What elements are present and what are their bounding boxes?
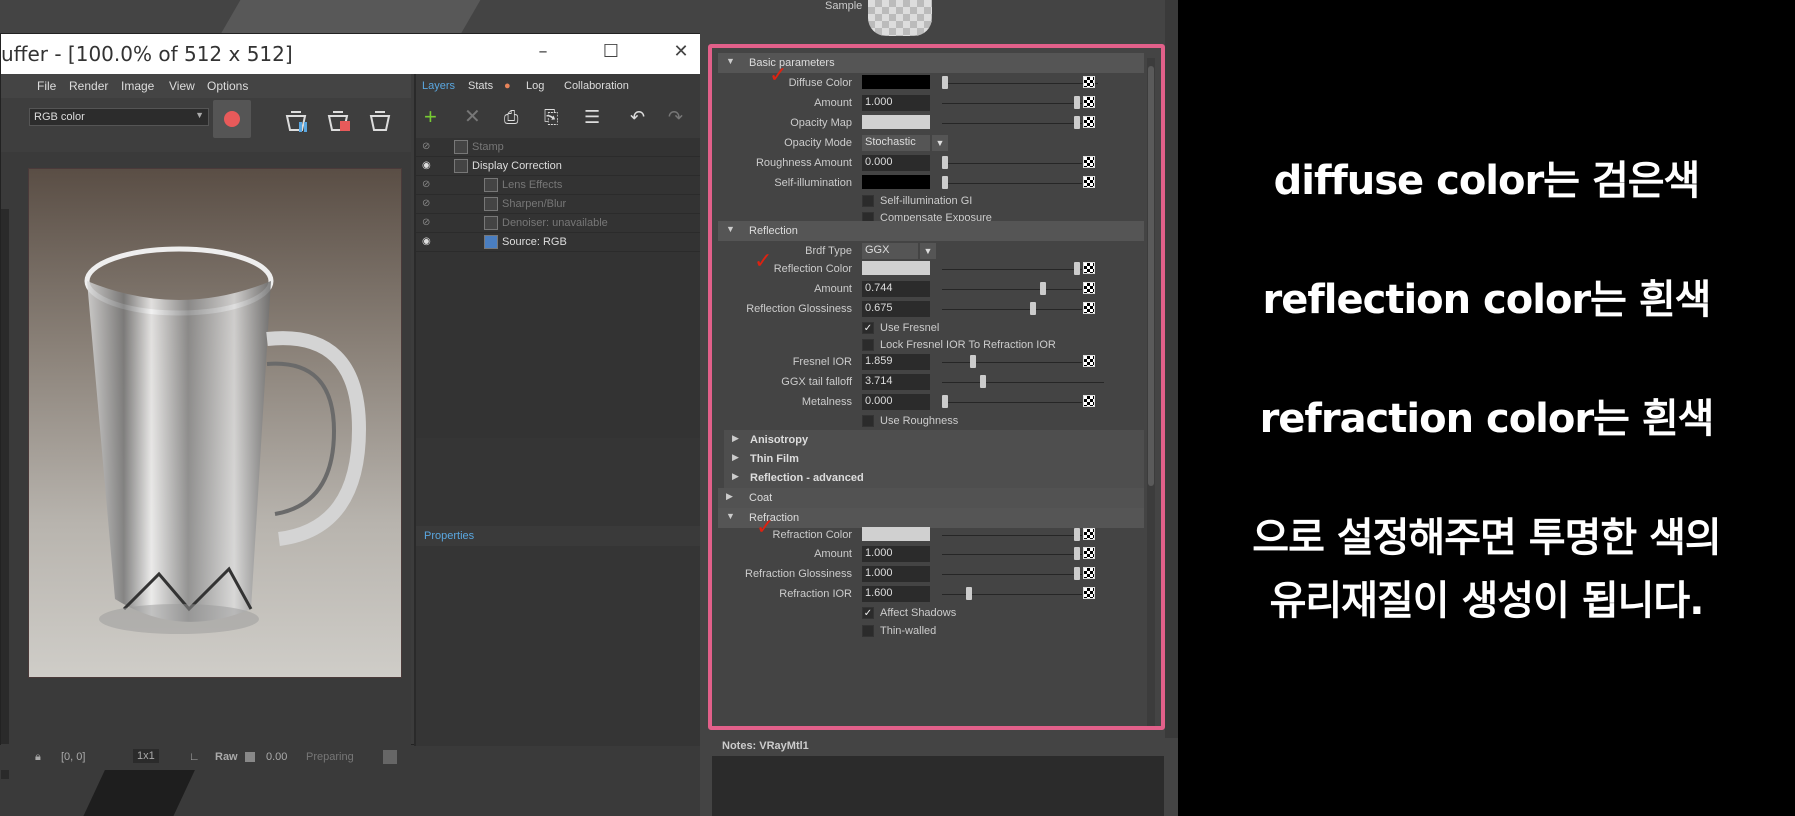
redo-icon[interactable]: ↷ (668, 106, 683, 128)
save-layers-icon[interactable]: ⎙ (504, 106, 518, 128)
maximize-button[interactable]: ☐ (599, 40, 623, 64)
panel-toggle-icon[interactable] (383, 750, 397, 764)
layer-label: Source: RGB (502, 236, 567, 248)
layer-toolbar: + ✕ ⎙ ⎘ ☰ ↶ ↷ (416, 98, 708, 138)
properties-panel (416, 546, 708, 746)
annotation-line: reflection color는 흰색 (1262, 277, 1712, 323)
ratio-select[interactable]: 1x1 (133, 749, 159, 763)
layer-stamp[interactable]: ⊘ Stamp (416, 138, 706, 157)
layer-label: Lens Effects (502, 179, 563, 191)
sample-area: Sample (700, 0, 1178, 42)
undo-icon[interactable]: ↶ (630, 106, 645, 128)
pixel-coords: [0, 0] (61, 751, 86, 763)
eye-icon[interactable]: ◉ (422, 236, 434, 247)
layer-list-icon[interactable]: ☰ (584, 106, 600, 128)
curve-layer-icon (454, 159, 468, 173)
close-button[interactable]: ✕ (669, 40, 693, 64)
render-view-pane: File Render Image View Options RGB color… (1, 74, 411, 779)
chevron-down-icon: ▼ (195, 110, 204, 120)
layer-denoiser[interactable]: ⊘ Denoiser: unavailable (416, 214, 706, 233)
layer-source-rgb[interactable]: ◉ Source: RGB (416, 233, 706, 252)
render-button[interactable] (213, 100, 251, 138)
highlight-box (708, 44, 1165, 730)
stamp-layer-icon (454, 140, 468, 154)
layer-label: Sharpen/Blur (502, 198, 567, 210)
rgb-layer-icon (484, 235, 498, 249)
menu-render[interactable]: Render (69, 79, 108, 93)
annotation-line: refraction color는 흰색 (1259, 396, 1715, 442)
rendered-image (28, 168, 402, 678)
teapot-stop-icon[interactable] (323, 106, 353, 134)
channel-select[interactable]: RGB color ▼ (29, 108, 209, 126)
teapot-render-icon[interactable] (365, 106, 395, 134)
layer-lens-effects[interactable]: ⊘ Lens Effects (416, 176, 706, 195)
record-icon (224, 111, 240, 127)
layer-label: Stamp (472, 141, 504, 153)
visibility-off-icon[interactable]: ⊘ (422, 141, 434, 152)
layer-tabs: Layers Stats ● Log Collaboration (416, 74, 708, 98)
menu-image[interactable]: Image (121, 79, 154, 93)
menu-file[interactable]: File (37, 79, 56, 93)
axis-icon: ∟ (189, 751, 200, 763)
minimize-button[interactable]: – (531, 40, 555, 64)
log-indicator-icon: ● (504, 80, 511, 92)
tab-layers[interactable]: Layers (422, 80, 455, 92)
glass-mug-render (84, 246, 367, 634)
layer-list: ⊘ Stamp ◉ Display Correction ⊘ Lens Effe… (416, 138, 708, 438)
properties-header: Properties (416, 526, 708, 546)
render-status: Preparing (306, 751, 354, 763)
layer-display-correction[interactable]: ◉ Display Correction (416, 157, 706, 176)
annotation-line: 으로 설정해주면 투명한 색의 (1252, 515, 1721, 561)
notes-field[interactable] (712, 756, 1164, 816)
annotation-line: diffuse color는 검은색 (1273, 158, 1701, 204)
window-title: uffer - [100.0% of 512 x 512] (1, 42, 293, 66)
notes-label: Notes: VRayMtl1 (722, 740, 809, 752)
notes-area: Notes: VRayMtl1 (700, 738, 1178, 816)
desktop-shape (219, 0, 481, 36)
visibility-off-icon[interactable]: ⊘ (422, 198, 434, 209)
teapot-pause-icon[interactable] (281, 106, 311, 134)
lens-layer-icon (484, 178, 498, 192)
vertical-scrollbar[interactable] (1, 209, 9, 779)
raw-toggle[interactable] (245, 752, 255, 762)
visibility-off-icon[interactable]: ⊘ (422, 179, 434, 190)
layer-sharpen-blur[interactable]: ⊘ Sharpen/Blur (416, 195, 706, 214)
channel-select-value: RGB color (34, 111, 85, 123)
layer-label: Display Correction (472, 160, 562, 172)
raw-value: 0.00 (266, 751, 288, 763)
title-bar[interactable]: uffer - [100.0% of 512 x 512] – ☐ ✕ (1, 34, 706, 74)
sharpen-layer-icon (484, 197, 498, 211)
properties-label: Properties (424, 530, 475, 542)
annotation-line: 유리재질이 생성이 됩니다. (1269, 578, 1705, 624)
tab-collaboration[interactable]: Collaboration (564, 80, 629, 92)
render-toolbar: RGB color ▼ (1, 98, 411, 152)
load-layers-icon[interactable]: ⎘ (544, 106, 558, 128)
material-sample-swatch (868, 0, 932, 36)
layers-pane: Layers Stats ● Log Collaboration + ✕ ⎙ ⎘… (414, 74, 708, 746)
add-layer-icon[interactable]: + (424, 106, 437, 128)
visibility-off-icon[interactable]: ⊘ (422, 217, 434, 228)
eye-icon[interactable]: ◉ (422, 160, 434, 171)
lock-icon[interactable]: 🔒︎ (35, 751, 41, 764)
layer-label: Denoiser: unavailable (502, 217, 608, 229)
delete-layer-icon[interactable]: ✕ (464, 106, 481, 128)
menu-options[interactable]: Options (207, 79, 248, 93)
raw-label: Raw (215, 751, 238, 763)
tab-stats[interactable]: Stats (468, 80, 493, 92)
menu-bar: File Render Image View Options (1, 74, 411, 98)
denoiser-layer-icon (484, 216, 498, 230)
frame-buffer-window: uffer - [100.0% of 512 x 512] – ☐ ✕ File… (0, 33, 708, 779)
sample-label: Sample (825, 0, 863, 12)
menu-view[interactable]: View (169, 79, 195, 93)
annotation-panel: diffuse color는 검은색 reflection color는 흰색 … (1178, 0, 1795, 816)
tab-log[interactable]: Log (526, 80, 544, 92)
side-tabs[interactable] (1165, 0, 1178, 816)
status-bar: 🔒︎ [0, 0] 1x1 ∟ Raw 0.00 Preparing (1, 744, 411, 770)
